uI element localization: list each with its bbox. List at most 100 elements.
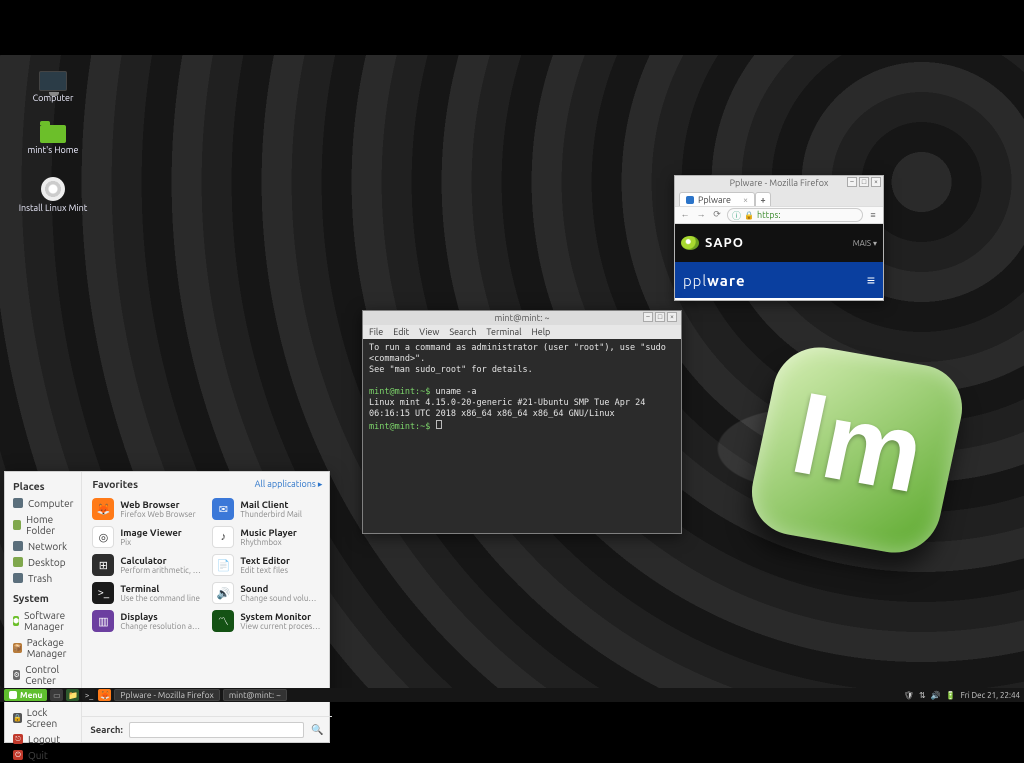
- app-icon: ▥: [92, 610, 114, 632]
- window-title: Pplware - Mozilla Firefox: [730, 178, 829, 188]
- app-name: Mail Client: [240, 499, 302, 510]
- browser-tab[interactable]: Pplware ×: [679, 192, 755, 206]
- app-name: Web Browser: [120, 499, 195, 510]
- close-button[interactable]: ×: [667, 312, 677, 322]
- terminal-screen[interactable]: To run a command as administrator (user …: [363, 339, 681, 533]
- terminal-menu-edit[interactable]: Edit: [393, 327, 409, 337]
- desktop-icon-home[interactable]: mint's Home: [18, 125, 88, 155]
- app-music-player[interactable]: ♪Music PlayerRhythmbox: [210, 524, 324, 550]
- lock-icon: 🔒: [744, 211, 754, 220]
- menu-button[interactable]: Menu: [4, 689, 47, 701]
- app-icon: 🔊: [212, 582, 234, 604]
- app-desc: Use the command line: [120, 594, 200, 603]
- app-displays[interactable]: ▥DisplaysChange resolution an…: [90, 608, 204, 634]
- volume-icon[interactable]: 🔊: [931, 691, 941, 700]
- sidebar-item-label: Quit: [28, 750, 48, 761]
- app-desc: View current process…: [240, 622, 322, 631]
- app-mail-client[interactable]: ✉Mail ClientThunderbird Mail: [210, 496, 324, 522]
- start-menu[interactable]: Places ComputerHome FolderNetworkDesktop…: [4, 471, 330, 743]
- sidebar-item-logout[interactable]: ⎋Logout: [5, 731, 81, 747]
- terminal-menu-search[interactable]: Search: [449, 327, 476, 337]
- system-icon: 📦: [13, 643, 22, 653]
- url-bar[interactable]: ⓘ 🔒 https:: [727, 208, 863, 222]
- site-menu-button[interactable]: ≡: [867, 272, 875, 288]
- system-icon: 🔒: [13, 713, 22, 723]
- all-applications-link[interactable]: All applications ▸: [255, 479, 323, 490]
- sidebar-item-software-manager[interactable]: ⬢ Software Manager: [5, 607, 81, 634]
- search-icon[interactable]: 🔍: [310, 724, 324, 736]
- app-name: Text Editor: [240, 555, 289, 566]
- sidebar-item-network[interactable]: Network: [5, 538, 81, 554]
- favicon-icon: [686, 196, 694, 204]
- sidebar-item-label: Logout: [28, 734, 60, 745]
- app-terminal[interactable]: >_TerminalUse the command line: [90, 580, 204, 606]
- place-icon: [13, 498, 23, 508]
- reload-button[interactable]: ⟳: [711, 209, 723, 221]
- terminal-launcher[interactable]: >_: [82, 689, 95, 701]
- app-desc: Perform arithmetic, s…: [120, 566, 202, 575]
- minimize-button[interactable]: –: [847, 177, 857, 187]
- firefox-launcher[interactable]: 🦊: [98, 689, 111, 701]
- files-launcher[interactable]: 📁: [66, 689, 79, 701]
- search-input[interactable]: [129, 722, 305, 738]
- battery-icon[interactable]: 🔋: [946, 691, 956, 700]
- app-image-viewer[interactable]: ◎Image ViewerPix: [90, 524, 204, 550]
- clock[interactable]: Fri Dec 21, 22:44: [961, 691, 1020, 700]
- terminal-window[interactable]: mint@mint: ~ – □ × File Edit View Search Ter…: [362, 310, 682, 534]
- app-system-monitor[interactable]: 〽System MonitorView current process…: [210, 608, 324, 634]
- minimize-button[interactable]: –: [643, 312, 653, 322]
- app-sound[interactable]: 🔊SoundChange sound volum…: [210, 580, 324, 606]
- app-web-browser[interactable]: 🦊Web BrowserFirefox Web Browser: [90, 496, 204, 522]
- show-desktop-button[interactable]: ▭: [50, 689, 63, 701]
- info-icon[interactable]: ⓘ: [732, 209, 741, 222]
- url-text: https:: [757, 210, 781, 220]
- sidebar-item-label: Control Center: [25, 664, 73, 686]
- sidebar-item-label: Software Manager: [24, 610, 73, 632]
- desktop-icon-label: Install Linux Mint: [19, 203, 88, 213]
- desktop-icon-install[interactable]: Install Linux Mint: [18, 177, 88, 213]
- sidebar-item-label: Trash: [28, 573, 52, 584]
- sidebar-item-lock-screen[interactable]: 🔒Lock Screen: [5, 704, 81, 731]
- app-text-editor[interactable]: 📄Text EditorEdit text files: [210, 552, 324, 578]
- close-button[interactable]: ×: [871, 177, 881, 187]
- sidebar-item-home-folder[interactable]: Home Folder: [5, 511, 81, 538]
- pplware-logo[interactable]: pplware: [683, 272, 746, 289]
- sidebar-item-control-center[interactable]: ⚙ Control Center: [5, 661, 81, 688]
- pplware-header: pplware ≡: [675, 262, 883, 298]
- app-name: Sound: [240, 583, 322, 594]
- cursor-icon: [436, 420, 442, 429]
- new-tab-button[interactable]: +: [755, 192, 771, 206]
- sidebar-item-quit[interactable]: ⏻Quit: [5, 747, 81, 763]
- terminal-menu-file[interactable]: File: [369, 327, 383, 337]
- desktop[interactable]: lm Computer mint's Home Install Linux Mi…: [0, 55, 1024, 690]
- shield-icon[interactable]: 🛡: [904, 691, 914, 700]
- system-icon: ⚙: [13, 670, 20, 680]
- sidebar-item-trash[interactable]: Trash: [5, 570, 81, 586]
- hamburger-menu-button[interactable]: ≡: [867, 210, 879, 220]
- taskbar-task[interactable]: Pplware - Mozilla Firefox: [114, 689, 219, 701]
- forward-button[interactable]: →: [695, 209, 707, 221]
- network-icon[interactable]: ⇅: [919, 691, 926, 700]
- window-titlebar[interactable]: Pplware - Mozilla Firefox – □ ×: [675, 176, 883, 190]
- desktop-icon-computer[interactable]: Computer: [18, 71, 88, 103]
- app-icon: ♪: [212, 526, 234, 548]
- terminal-menu-view[interactable]: View: [419, 327, 439, 337]
- taskbar-task[interactable]: mint@mint: ~: [223, 689, 287, 701]
- place-icon: [13, 541, 23, 551]
- terminal-menu-help[interactable]: Help: [531, 327, 550, 337]
- sidebar-item-computer[interactable]: Computer: [5, 495, 81, 511]
- firefox-window[interactable]: Pplware - Mozilla Firefox – □ × Pplware …: [674, 175, 884, 301]
- app-calculator[interactable]: ⊞CalculatorPerform arithmetic, s…: [90, 552, 204, 578]
- sidebar-item-package-manager[interactable]: 📦Package Manager: [5, 634, 81, 661]
- system-icon: ⬢: [13, 616, 19, 626]
- maximize-button[interactable]: □: [859, 177, 869, 187]
- browser-toolbar: ← → ⟳ ⓘ 🔒 https: ≡: [675, 206, 883, 224]
- back-button[interactable]: ←: [679, 209, 691, 221]
- sidebar-item-desktop[interactable]: Desktop: [5, 554, 81, 570]
- close-tab-icon[interactable]: ×: [743, 195, 748, 205]
- maximize-button[interactable]: □: [655, 312, 665, 322]
- window-titlebar[interactable]: mint@mint: ~ – □ ×: [363, 311, 681, 325]
- sapo-mais[interactable]: MAIS ▾: [853, 239, 877, 248]
- terminal-menu-terminal[interactable]: Terminal: [486, 327, 521, 337]
- app-icon: 📄: [212, 554, 234, 576]
